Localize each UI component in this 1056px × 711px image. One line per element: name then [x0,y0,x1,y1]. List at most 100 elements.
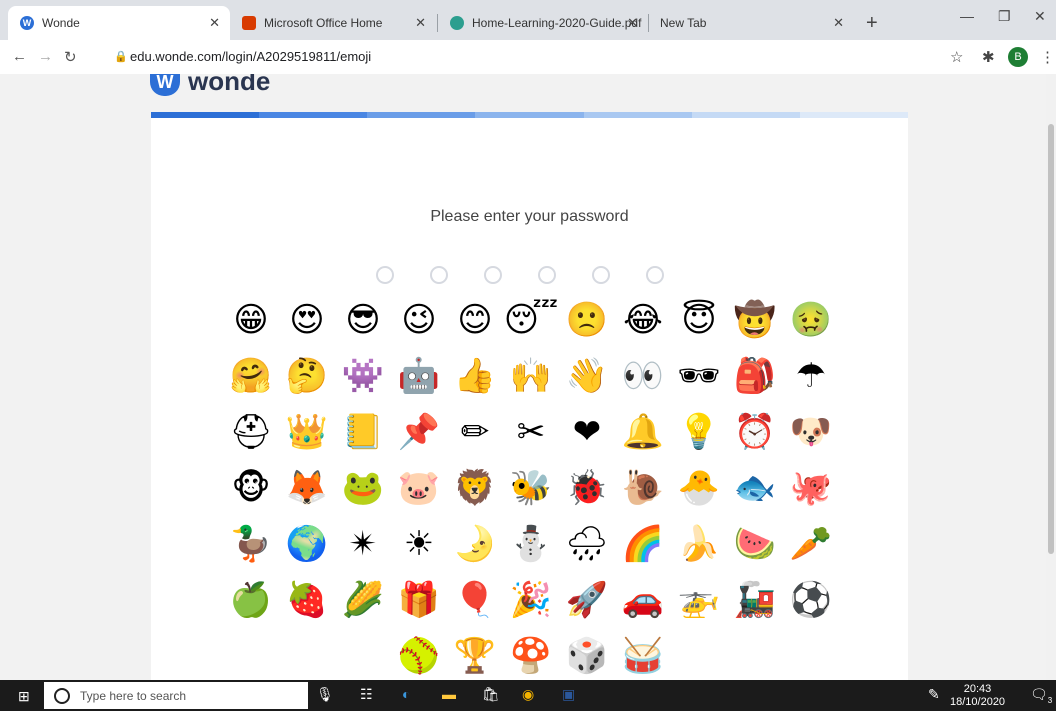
scrollbar[interactable] [1046,74,1056,680]
emoji-button[interactable]: 🦁 [447,460,503,516]
extensions-icon[interactable]: ✱ [982,48,995,66]
emoji-button[interactable]: ☂ [783,348,839,404]
emoji-button[interactable]: 🚀 [559,572,615,628]
clock[interactable]: 20:43 18/10/2020 [950,683,1005,709]
emoji-button[interactable]: 🍓 [279,572,335,628]
emoji-button[interactable]: 🙁 [559,292,615,348]
emoji-button[interactable]: 🌈 [615,516,671,572]
menu-icon[interactable]: ⋮ [1040,48,1055,66]
emoji-button[interactable]: 😊 [447,292,503,348]
lock-icon[interactable]: 🔒 [114,50,128,63]
close-tab-icon[interactable]: ✕ [627,15,638,31]
emoji-button[interactable]: 🍄 [503,628,559,680]
tab-wonde[interactable]: W Wonde ✕ [8,6,230,40]
forward-icon[interactable]: → [38,48,53,65]
emoji-button[interactable]: 🤔 [279,348,335,404]
emoji-button[interactable]: 🤢 [783,292,839,348]
emoji-button[interactable]: 🐷 [391,460,447,516]
emoji-button[interactable]: 🎈 [447,572,503,628]
emoji-button[interactable]: ⛄ [503,516,559,572]
close-tab-icon[interactable]: ✕ [209,15,220,31]
microphone-icon[interactable]: 🎙 [316,686,334,703]
emoji-button[interactable]: 🦊 [279,460,335,516]
emoji-button[interactable]: 👍 [447,348,503,404]
url-field[interactable]: edu.wonde.com/login/A2029519811/emoji [130,49,371,64]
emoji-button[interactable]: 🐌 [615,460,671,516]
close-tab-icon[interactable]: ✕ [415,15,426,31]
emoji-button[interactable]: 🥁 [615,628,671,680]
emoji-button[interactable]: 😍 [279,292,335,348]
store-icon[interactable]: 🛍 [482,686,500,703]
scrollbar-thumb[interactable] [1048,124,1054,554]
tab-office[interactable]: Microsoft Office Home ✕ [230,6,436,40]
emoji-button[interactable]: 🐝 [503,460,559,516]
emoji-button[interactable]: 📌 [391,404,447,460]
back-icon[interactable]: ← [12,48,27,65]
emoji-button[interactable]: 😴 [503,292,559,348]
emoji-button[interactable]: ☀ [391,516,447,572]
tab-pdf[interactable]: Home-Learning-2020-Guide.pdf ✕ [438,6,648,40]
emoji-button[interactable]: 🐟 [727,460,783,516]
windows-start-icon[interactable]: ⊞ [18,688,30,705]
word-icon[interactable]: ▣ [562,686,575,703]
emoji-button[interactable]: 🍏 [223,572,279,628]
emoji-button[interactable]: 👀 [615,348,671,404]
emoji-button[interactable]: 🙌 [503,348,559,404]
emoji-button[interactable]: 🎉 [503,572,559,628]
emoji-button[interactable]: 🤗 [223,348,279,404]
emoji-button[interactable]: 🌍 [279,516,335,572]
emoji-button[interactable]: 🤠 [727,292,783,348]
emoji-button[interactable]: 🎲 [559,628,615,680]
pen-icon[interactable]: ✎ [928,686,940,703]
close-tab-icon[interactable]: ✕ [833,15,844,31]
bookmark-star-icon[interactable]: ☆ [950,48,963,66]
file-explorer-icon[interactable]: ▬ [442,686,456,702]
emoji-button[interactable]: 🥎 [391,628,447,680]
emoji-button[interactable]: ⚽ [783,572,839,628]
emoji-button[interactable]: 🦆 [223,516,279,572]
edge-icon[interactable]: ◐ [402,686,410,702]
emoji-button[interactable]: 📒 [335,404,391,460]
new-tab-icon[interactable]: + [866,12,878,35]
emoji-button[interactable]: 🐸 [335,460,391,516]
emoji-button[interactable]: 🌧 [559,516,615,572]
emoji-button[interactable]: 🐶 [783,404,839,460]
emoji-button[interactable]: 😉 [391,292,447,348]
emoji-button[interactable]: 😇 [671,292,727,348]
emoji-button[interactable]: 😂 [615,292,671,348]
emoji-button[interactable]: 🍌 [671,516,727,572]
emoji-button[interactable]: ❤ [559,404,615,460]
emoji-button[interactable]: 👋 [559,348,615,404]
emoji-button[interactable]: 🏆 [447,628,503,680]
emoji-button[interactable]: ⛑ [223,404,279,460]
notification-icon[interactable]: 🗨3 [1030,686,1052,705]
close-window-icon[interactable]: ✕ [1034,8,1046,25]
emoji-button[interactable]: 🍉 [727,516,783,572]
emoji-button[interactable]: 👑 [279,404,335,460]
emoji-button[interactable]: 🌛 [447,516,503,572]
minimize-icon[interactable]: — [960,8,974,24]
taskbar-search[interactable]: Type here to search [44,682,308,709]
emoji-button[interactable]: 💡 [671,404,727,460]
reload-icon[interactable]: ↻ [64,48,77,66]
chrome-icon[interactable]: ◉ [522,686,534,703]
emoji-button[interactable]: 🐣 [671,460,727,516]
emoji-button[interactable]: 🚗 [615,572,671,628]
emoji-button[interactable]: 😁 [223,292,279,348]
emoji-button[interactable]: 🚁 [671,572,727,628]
emoji-button[interactable]: 🎁 [391,572,447,628]
emoji-button[interactable]: 🐙 [783,460,839,516]
emoji-button[interactable]: 🎒 [727,348,783,404]
emoji-button[interactable]: 🐵 [223,460,279,516]
emoji-button[interactable]: 🔔 [615,404,671,460]
emoji-button[interactable]: 🤖 [391,348,447,404]
emoji-button[interactable]: 🚂 [727,572,783,628]
emoji-button[interactable]: ✏ [447,404,503,460]
emoji-button[interactable]: 🕶 [671,348,727,404]
tab-newtab[interactable]: New Tab ✕ [648,6,854,40]
emoji-button[interactable]: ⏰ [727,404,783,460]
task-view-icon[interactable]: ☷ [360,686,373,703]
emoji-button[interactable]: 🥕 [783,516,839,572]
emoji-button[interactable]: 👾 [335,348,391,404]
emoji-button[interactable]: 🌽 [335,572,391,628]
